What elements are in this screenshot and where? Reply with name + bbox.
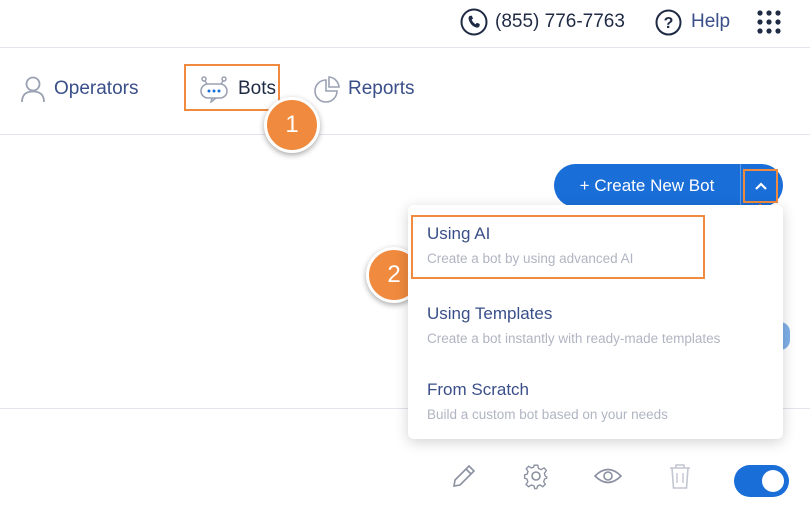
delete-icon[interactable] <box>666 462 694 490</box>
pie-chart-icon <box>314 76 340 103</box>
chevron-up-icon <box>754 182 767 190</box>
tab-operators[interactable]: Operators <box>20 73 138 105</box>
phone-number: (855) 776-7763 <box>495 11 625 32</box>
option-from-scratch[interactable]: From Scratch Build a custom bot based on… <box>427 380 668 422</box>
toggle-knob <box>762 470 784 492</box>
main-nav: Operators Bots Reports <box>0 48 810 135</box>
preview-icon[interactable] <box>594 462 622 490</box>
option-description: Create a bot instantly with ready-made t… <box>427 331 721 346</box>
tab-operators-label: Operators <box>54 78 139 99</box>
tab-reports-label: Reports <box>348 78 415 99</box>
create-new-bot-label: + Create New Bot <box>579 175 715 195</box>
create-options-toggle[interactable] <box>743 169 778 203</box>
option-title: Using Templates <box>427 304 553 323</box>
option-title: From Scratch <box>427 380 530 399</box>
bot-icon <box>200 76 228 103</box>
step-badge-1: 1 <box>264 97 320 153</box>
svg-text:?: ? <box>664 15 674 32</box>
user-icon <box>21 76 45 103</box>
tab-reports[interactable]: Reports <box>314 73 415 105</box>
help-icon: ? <box>655 9 682 35</box>
step-highlight-using-ai <box>411 215 705 279</box>
edit-icon[interactable] <box>450 462 478 490</box>
tab-bots-label: Bots <box>238 78 277 99</box>
help-link[interactable]: ? Help <box>655 8 730 36</box>
option-description: Build a custom bot based on your needs <box>427 407 668 422</box>
top-bar: (855) 776-7763 ? Help <box>0 0 810 48</box>
apps-grid-icon[interactable] <box>757 10 781 34</box>
bot-active-toggle[interactable] <box>734 465 789 497</box>
phone-link[interactable]: (855) 776-7763 <box>460 8 625 36</box>
tab-bots[interactable]: Bots <box>198 73 276 105</box>
phone-icon <box>460 8 488 36</box>
help-label: Help <box>691 11 731 32</box>
option-using-templates[interactable]: Using Templates Create a bot instantly w… <box>427 304 720 346</box>
settings-icon[interactable] <box>522 462 550 490</box>
